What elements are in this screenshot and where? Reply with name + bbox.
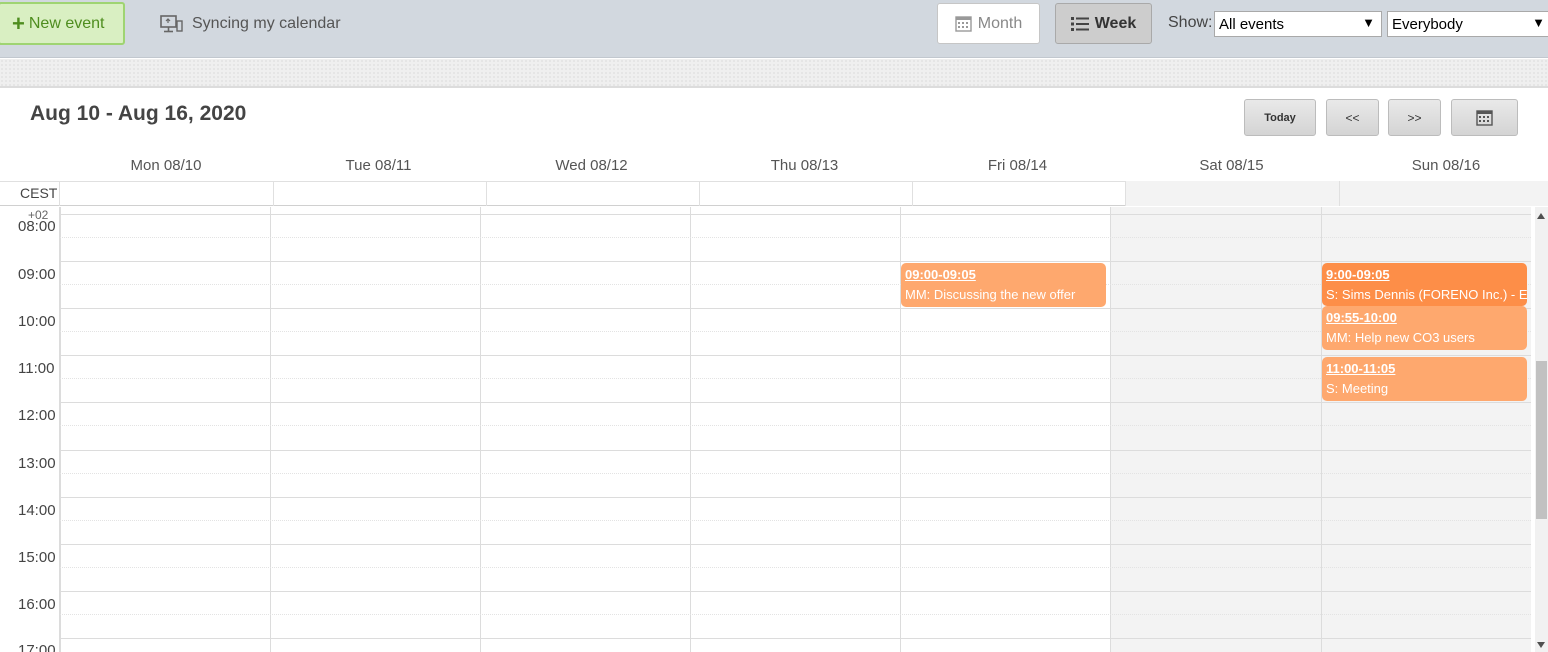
- events-filter-select[interactable]: All events ▼: [1214, 11, 1382, 37]
- half-hour-line: [60, 567, 1531, 568]
- day-column-tue[interactable]: [270, 207, 480, 652]
- previous-week-button[interactable]: <<: [1326, 99, 1379, 136]
- calendar-event[interactable]: 11:00-11:05 S: Meeting: [1322, 357, 1527, 401]
- scroll-down-arrow-icon[interactable]: [1537, 642, 1545, 648]
- time-label: 08:00: [18, 218, 56, 235]
- plus-icon: +: [12, 10, 25, 36]
- month-label: Month: [977, 14, 1023, 32]
- day-header[interactable]: Sun 08/16: [1339, 150, 1548, 180]
- show-label: Show:: [1168, 14, 1213, 31]
- day-column-wed[interactable]: [480, 207, 690, 652]
- event-time[interactable]: 09:00-09:05: [905, 267, 1106, 282]
- hour-line: [60, 591, 1531, 592]
- hour-line: [60, 308, 1531, 309]
- hour-line: [60, 402, 1531, 403]
- timezone-label: CEST: [20, 185, 58, 201]
- list-icon: [1070, 16, 1089, 31]
- half-hour-line: [60, 284, 1531, 285]
- time-label: 12:00: [18, 407, 56, 424]
- calendar-grid-icon: [955, 16, 972, 32]
- calendar-event[interactable]: 09:00-09:05 MM: Discussing the new offer: [901, 263, 1106, 307]
- time-label: 10:00: [18, 313, 56, 330]
- time-label: 11:00: [18, 360, 55, 377]
- all-day-cell[interactable]: [273, 181, 486, 206]
- hour-line: [60, 638, 1531, 639]
- people-filter-select[interactable]: Everybody ▼: [1387, 11, 1548, 37]
- sync-label: Syncing my calendar: [192, 15, 341, 32]
- hour-line: [60, 261, 1531, 262]
- hour-line: [60, 214, 1531, 215]
- day-header[interactable]: Sat 08/15: [1124, 150, 1339, 180]
- half-hour-line: [60, 331, 1531, 332]
- half-hour-line: [60, 520, 1531, 521]
- hour-line: [60, 497, 1531, 498]
- half-hour-line: [60, 425, 1531, 426]
- calendar-event[interactable]: 09:55-10:00 MM: Help new CO3 users: [1322, 306, 1527, 350]
- all-day-cell[interactable]: [1339, 181, 1548, 206]
- sync-calendar-link[interactable]: Syncing my calendar: [160, 12, 341, 36]
- day-header[interactable]: Wed 08/12: [485, 150, 698, 180]
- calendar-event[interactable]: 9:00-09:05 S: Sims Dennis (FORENO Inc.) …: [1322, 263, 1527, 306]
- event-title: S: Meeting: [1326, 381, 1389, 396]
- day-header[interactable]: Tue 08/11: [272, 150, 485, 180]
- top-toolbar: + New event Syncing my calendar Month We…: [0, 0, 1548, 58]
- time-label: 13:00: [18, 455, 56, 472]
- people-filter-value: Everybody: [1392, 15, 1463, 33]
- event-title: S: Sims Dennis (FORENO Inc.) - Ed: [1326, 287, 1527, 302]
- scroll-up-arrow-icon[interactable]: [1537, 213, 1545, 219]
- new-event-label: New event: [28, 14, 105, 32]
- half-hour-line: [60, 614, 1531, 615]
- date-range-title: Aug 10 - Aug 16, 2020: [30, 102, 247, 125]
- time-label: 17:00: [18, 642, 56, 652]
- hour-line: [60, 450, 1531, 451]
- day-column-thu[interactable]: [690, 207, 900, 652]
- monitor-sync-icon: [160, 14, 183, 32]
- dropdown-arrow-icon: ▼: [1362, 15, 1375, 30]
- day-header[interactable]: Mon 08/10: [60, 150, 272, 180]
- event-title: MM: Help new CO3 users: [1326, 330, 1475, 345]
- time-label: 16:00: [18, 596, 56, 613]
- time-label: 14:00: [18, 502, 56, 519]
- half-hour-line: [60, 473, 1531, 474]
- all-day-cell[interactable]: [486, 181, 699, 206]
- day-column-sat[interactable]: [1110, 207, 1321, 652]
- half-hour-line: [60, 237, 1531, 238]
- half-hour-line: [60, 378, 1531, 379]
- today-button[interactable]: Today: [1244, 99, 1316, 136]
- week-label: Week: [1094, 14, 1137, 32]
- all-day-cell[interactable]: [1125, 181, 1339, 206]
- hour-line: [60, 544, 1531, 545]
- events-filter-value: All events: [1219, 15, 1285, 33]
- day-header[interactable]: Thu 08/13: [698, 150, 911, 180]
- week-view-button[interactable]: Week: [1055, 3, 1152, 44]
- time-label: 09:00: [18, 266, 56, 283]
- all-day-cell[interactable]: [912, 181, 1125, 206]
- event-title: MM: Discussing the new offer: [905, 287, 1076, 302]
- time-grid: +02 08:00 09:00 10:00 11:00 12:00 13:00 …: [0, 207, 1535, 652]
- scrollbar-thumb[interactable]: [1536, 361, 1547, 519]
- all-day-cell[interactable]: [59, 181, 273, 206]
- event-time[interactable]: 9:00-09:05: [1326, 267, 1527, 282]
- all-day-cell[interactable]: [699, 181, 912, 206]
- day-column-mon[interactable]: [60, 207, 270, 652]
- event-time[interactable]: 09:55-10:00: [1326, 310, 1527, 325]
- next-week-button[interactable]: >>: [1388, 99, 1441, 136]
- calendar-icon: [1476, 110, 1493, 126]
- time-label: 15:00: [18, 549, 56, 566]
- vertical-scrollbar[interactable]: [1535, 207, 1548, 652]
- new-event-button[interactable]: + New event: [0, 2, 125, 45]
- decorative-divider: [0, 59, 1548, 88]
- hour-line: [60, 355, 1531, 356]
- event-time[interactable]: 11:00-11:05: [1326, 361, 1527, 376]
- day-header[interactable]: Fri 08/14: [911, 150, 1124, 180]
- dropdown-arrow-icon: ▼: [1532, 15, 1545, 30]
- month-view-button[interactable]: Month: [937, 3, 1040, 44]
- date-picker-button[interactable]: [1451, 99, 1518, 136]
- time-gutter-border: [59, 207, 60, 652]
